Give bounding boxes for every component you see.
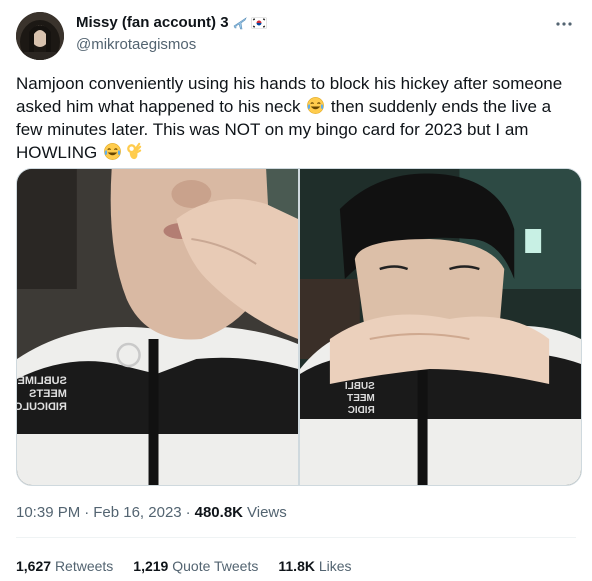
views-count: 480.8K [194,504,243,521]
divider [16,537,576,538]
jacket-text-2: MEETS [29,388,67,400]
likes-count: 11.8K [278,558,315,574]
photo-2-image: SUBLI MEET RIDIC [300,169,581,485]
photo-2[interactable]: SUBLI MEET RIDIC [300,169,581,485]
tears-of-joy-emoji-icon [104,143,121,160]
jacket-text-3: RIDICULOUS [17,401,67,413]
tweet-time[interactable]: 10:39 PM [16,503,80,523]
likes-stat[interactable]: 11.8K Likes [278,556,351,576]
views-label: Views [247,504,287,521]
author-handle[interactable]: @mikrotaegismos [76,35,196,55]
jacket-text-2: MEET [347,393,375,404]
photo-1-image: SUBLIME MEETS RIDICULOUS [17,169,298,485]
ok-hand-emoji-icon [127,142,142,160]
more-options-button[interactable] [552,12,576,36]
retweets-stat[interactable]: 1,627 Retweets [16,556,113,576]
south-korea-flag-icon [250,17,267,29]
jacket-text-1: SUBLI [345,381,375,392]
jacket-text-3: RIDIC [348,405,375,416]
quote-tweets-count: 1,219 [133,558,169,574]
meta-separator: · [185,504,191,521]
author-name-row: Missy (fan account) 3 [76,13,267,33]
display-name[interactable]: Missy (fan account) 3 [76,13,229,33]
quote-tweets-label: Quote Tweets [172,558,259,574]
retweets-count: 1,627 [16,558,52,574]
photo-1[interactable]: SUBLIME MEETS RIDICULOUS [17,169,298,485]
tears-of-joy-emoji-icon [307,97,325,114]
tweet-stats: 1,627 Retweets 1,219 Quote Tweets 11.8K … [16,556,352,576]
jacket-text-1: SUBLIME [18,375,67,387]
meta-separator: · [84,504,90,521]
tweet-media: SUBLIME MEETS RIDICULOUS [16,168,582,486]
more-dots-icon [556,22,572,26]
likes-label: Likes [318,558,352,574]
tweet-text: Namjoon conveniently using his hands to … [16,72,580,164]
tweet-card: Missy (fan account) 3 @mikrotaegismos Na… [0,0,592,581]
avatar[interactable] [16,12,64,60]
airplane-emoji-icon [233,17,247,30]
quote-tweets-stat[interactable]: 1,219 Quote Tweets [133,556,258,576]
retweets-label: Retweets [54,558,114,574]
tweet-meta: 10:39 PM · Feb 16, 2023 · 480.8K Views [16,503,287,523]
tweet-date[interactable]: Feb 16, 2023 [93,503,181,523]
